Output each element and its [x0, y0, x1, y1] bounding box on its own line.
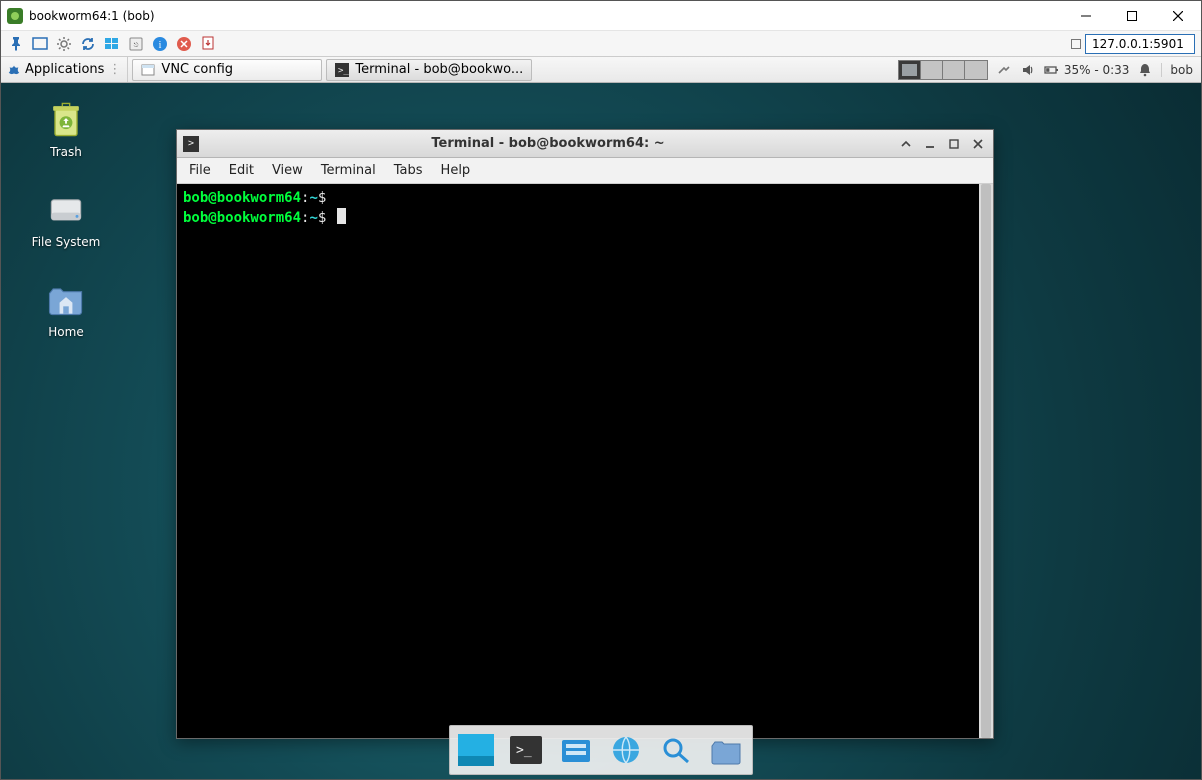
icon-label: Home [48, 325, 83, 339]
windows-key-icon[interactable] [103, 35, 121, 53]
terminal-window-title: Terminal - bob@bookworm64: ~ [205, 136, 891, 151]
vnc-host-window: bookworm64:1 (bob) ⎋ i 127.0.0.1:5901 [0, 0, 1202, 780]
scale-indicator-icon [1071, 39, 1081, 49]
workspace-3[interactable] [943, 61, 965, 79]
dock-search[interactable] [654, 730, 698, 770]
terminal-window[interactable]: Terminal - bob@bookworm64: ~ File Edit V… [176, 129, 994, 739]
taskbar-item-terminal[interactable]: >_ Terminal - bob@bookwo... [326, 59, 532, 81]
workspace-4[interactable] [965, 61, 987, 79]
close-button[interactable] [1155, 1, 1201, 31]
window-close-button[interactable] [969, 135, 987, 153]
applications-label: Applications [25, 62, 104, 77]
menu-help[interactable]: Help [441, 163, 471, 178]
drive-icon [44, 187, 88, 231]
window-rollup-button[interactable] [897, 135, 915, 153]
terminal-titlebar[interactable]: Terminal - bob@bookworm64: ~ [177, 130, 993, 158]
battery-icon [1044, 62, 1060, 78]
desktop-icon-filesystem[interactable]: File System [11, 187, 121, 249]
terminal-window-icon [183, 136, 199, 152]
file-transfer-icon[interactable] [199, 35, 217, 53]
dock-terminal[interactable]: >_ [504, 730, 548, 770]
network-icon[interactable] [996, 62, 1012, 78]
desktop-icons: Trash File System Home [11, 97, 121, 339]
user-menu[interactable]: bob [1161, 63, 1193, 77]
desktop-icon-home[interactable]: Home [11, 277, 121, 339]
dock-home-folder[interactable] [704, 730, 748, 770]
desktop-icon-trash[interactable]: Trash [11, 97, 121, 159]
battery-text: 35% - 0:33 [1064, 63, 1130, 77]
vnc-address-input[interactable]: 127.0.0.1:5901 [1085, 34, 1195, 54]
terminal-line: bob@bookworm64:~$ [183, 208, 987, 228]
refresh-icon[interactable] [79, 35, 97, 53]
settings-icon[interactable] [55, 35, 73, 53]
svg-text:>_: >_ [338, 66, 349, 76]
svg-text:i: i [159, 40, 162, 51]
battery-indicator[interactable]: 35% - 0:33 [1044, 62, 1130, 78]
terminal-menubar: File Edit View Terminal Tabs Help [177, 158, 993, 184]
svg-text:>_: >_ [516, 743, 532, 758]
terminal-cursor [337, 208, 346, 224]
window-maximize-button[interactable] [945, 135, 963, 153]
menu-view[interactable]: View [272, 163, 303, 178]
terminal-scrollbar[interactable] [979, 184, 993, 738]
menu-separator-icon: ⋮ [108, 62, 121, 77]
dock: >_ [449, 725, 753, 775]
window-icon [141, 63, 155, 77]
pin-icon[interactable] [7, 35, 25, 53]
notifications-icon[interactable] [1137, 62, 1153, 78]
menu-terminal[interactable]: Terminal [321, 163, 376, 178]
icon-label: Trash [50, 145, 82, 159]
trash-icon [44, 97, 88, 141]
maximize-button[interactable] [1109, 1, 1155, 31]
terminal-body[interactable]: bob@bookworm64:~$ bob@bookworm64:~$ [177, 184, 993, 738]
host-titlebar: bookworm64:1 (bob) [1, 1, 1201, 31]
dock-file-manager[interactable] [554, 730, 598, 770]
fullscreen-icon[interactable] [31, 35, 49, 53]
task-label: VNC config [161, 62, 233, 77]
disconnect-icon[interactable] [175, 35, 193, 53]
workspace-1[interactable] [899, 61, 921, 79]
task-label: Terminal - bob@bookwo... [355, 62, 523, 77]
dock-show-desktop[interactable] [454, 730, 498, 770]
dock-web-browser[interactable] [604, 730, 648, 770]
menu-tabs[interactable]: Tabs [394, 163, 423, 178]
terminal-icon: >_ [335, 63, 349, 77]
scrollbar-thumb[interactable] [981, 184, 991, 738]
menu-edit[interactable]: Edit [229, 163, 254, 178]
host-window-title: bookworm64:1 (bob) [29, 9, 155, 23]
terminal-line: bob@bookworm64:~$ [183, 188, 987, 208]
svg-text:⎋: ⎋ [134, 42, 139, 49]
menu-file[interactable]: File [189, 163, 211, 178]
applications-menu[interactable]: Applications ⋮ [1, 57, 128, 82]
xfce-logo-icon [7, 63, 21, 77]
home-folder-icon [44, 277, 88, 321]
info-icon[interactable]: i [151, 35, 169, 53]
workspace-switcher[interactable] [898, 60, 988, 80]
remote-desktop[interactable]: Applications ⋮ VNC config >_ Terminal - … [1, 57, 1201, 779]
vnc-toolbar: ⎋ i 127.0.0.1:5901 [1, 31, 1201, 57]
minimize-button[interactable] [1063, 1, 1109, 31]
workspace-2[interactable] [921, 61, 943, 79]
taskbar-item-vnc-config[interactable]: VNC config [132, 59, 322, 81]
ctrl-alt-del-icon[interactable]: ⎋ [127, 35, 145, 53]
volume-icon[interactable] [1020, 62, 1036, 78]
vnc-app-icon [7, 8, 23, 24]
xfce-panel: Applications ⋮ VNC config >_ Terminal - … [1, 57, 1201, 83]
window-minimize-button[interactable] [921, 135, 939, 153]
icon-label: File System [32, 235, 101, 249]
